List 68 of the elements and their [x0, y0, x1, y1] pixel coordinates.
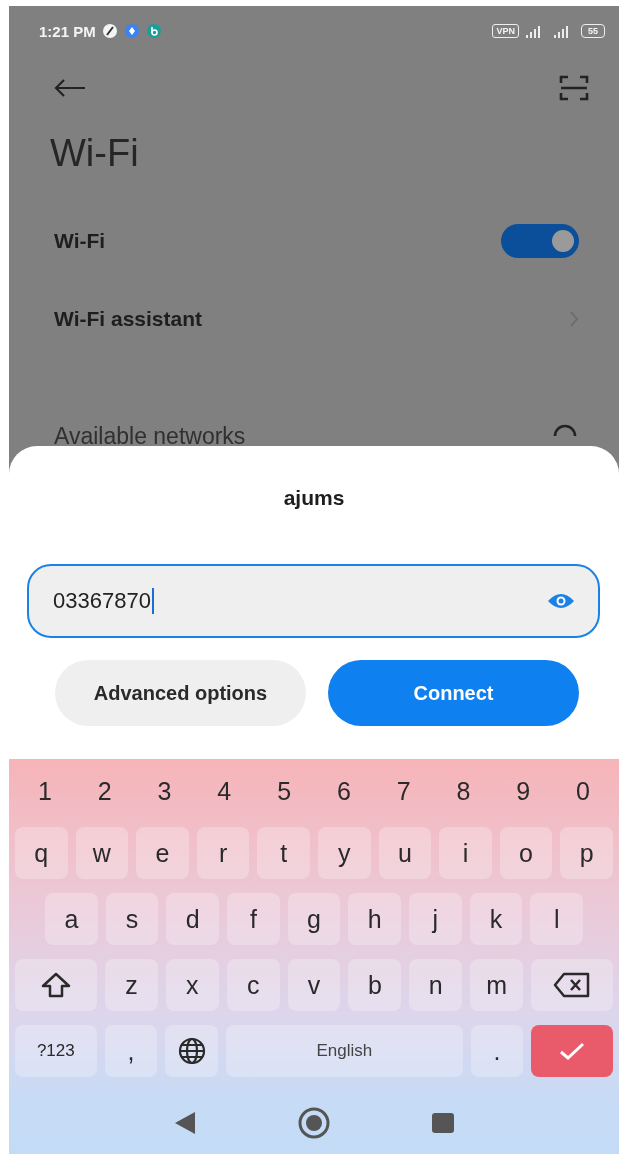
- battery-indicator: 55: [581, 24, 605, 38]
- setting-label: Wi-Fi assistant: [54, 307, 202, 331]
- keyboard-key[interactable]: c: [226, 959, 280, 1011]
- number-key[interactable]: 8: [433, 769, 494, 813]
- keyboard-key[interactable]: h: [348, 893, 402, 945]
- keyboard-key[interactable]: t: [257, 827, 310, 879]
- keyboard-key[interactable]: x: [165, 959, 219, 1011]
- clock-icon: [101, 23, 118, 39]
- number-key[interactable]: 9: [493, 769, 554, 813]
- keyboard-key[interactable]: j: [409, 893, 462, 945]
- number-key[interactable]: 2: [74, 769, 135, 813]
- home-nav-icon[interactable]: [297, 1106, 331, 1140]
- keyboard-key[interactable]: z: [104, 959, 158, 1011]
- keyboard-key[interactable]: v: [287, 959, 341, 1011]
- back-arrow-icon[interactable]: [53, 78, 87, 98]
- number-key[interactable]: 6: [314, 769, 374, 813]
- keyboard-key[interactable]: u: [378, 827, 432, 879]
- scan-icon[interactable]: [559, 75, 589, 101]
- shift-key[interactable]: [15, 959, 97, 1011]
- setting-label: Wi-Fi: [54, 229, 106, 253]
- number-key[interactable]: 4: [194, 769, 255, 813]
- keyboard-key[interactable]: q: [15, 827, 68, 879]
- keyboard-key[interactable]: g: [287, 893, 341, 945]
- keyboard-key[interactable]: l: [530, 893, 584, 945]
- keyboard-key[interactable]: .: [470, 1025, 524, 1077]
- vpn-badge: VPN: [492, 24, 519, 38]
- recents-nav-icon[interactable]: [431, 1112, 455, 1134]
- check-icon: [559, 1041, 586, 1061]
- backspace-key[interactable]: [531, 959, 614, 1011]
- keyboard-key[interactable]: f: [227, 893, 280, 945]
- connect-button[interactable]: Connect: [328, 660, 579, 726]
- keyboard-key[interactable]: i: [439, 827, 492, 879]
- keyboard-key[interactable]: w: [75, 827, 129, 879]
- wifi-toggle[interactable]: [501, 224, 579, 258]
- number-key[interactable]: 1: [15, 769, 75, 813]
- number-key[interactable]: 7: [373, 769, 434, 813]
- section-header: Available networks: [54, 422, 246, 450]
- keyboard-key[interactable]: m: [470, 959, 524, 1011]
- page-title: Wi-Fi: [49, 131, 140, 176]
- notification-icon: [123, 23, 140, 39]
- keyboard-key[interactable]: o: [499, 827, 553, 879]
- keyboard-key[interactable]: n: [409, 959, 463, 1011]
- advanced-options-button[interactable]: Advanced options: [55, 660, 306, 726]
- backspace-icon: [553, 972, 592, 998]
- back-nav-icon[interactable]: [173, 1110, 197, 1136]
- password-field[interactable]: 03367870: [27, 564, 600, 638]
- keyboard-key[interactable]: k: [469, 893, 523, 945]
- keyboard-key[interactable]: e: [136, 827, 189, 879]
- keyboard-key[interactable]: y: [317, 827, 371, 879]
- language-key[interactable]: [165, 1025, 218, 1077]
- space-key[interactable]: English: [225, 1025, 463, 1077]
- app-icon: [145, 23, 162, 39]
- keyboard-key[interactable]: a: [45, 893, 98, 945]
- status-time: 1:21 PM: [39, 22, 96, 40]
- keyboard-key[interactable]: r: [196, 827, 250, 879]
- keyboard-key[interactable]: p: [560, 827, 613, 879]
- keyboard-key[interactable]: b: [348, 959, 402, 1011]
- number-key[interactable]: 5: [254, 769, 314, 813]
- keyboard-key[interactable]: d: [166, 893, 219, 945]
- shift-icon: [40, 972, 71, 998]
- network-name: ajums: [282, 485, 346, 511]
- number-key[interactable]: 3: [134, 769, 195, 813]
- globe-icon: [177, 1037, 206, 1065]
- keyboard-key[interactable]: ,: [104, 1025, 158, 1077]
- keyboard-key[interactable]: s: [105, 893, 159, 945]
- symbols-key[interactable]: ?123: [15, 1025, 97, 1077]
- eye-icon[interactable]: [546, 591, 576, 611]
- number-key[interactable]: 0: [553, 769, 613, 813]
